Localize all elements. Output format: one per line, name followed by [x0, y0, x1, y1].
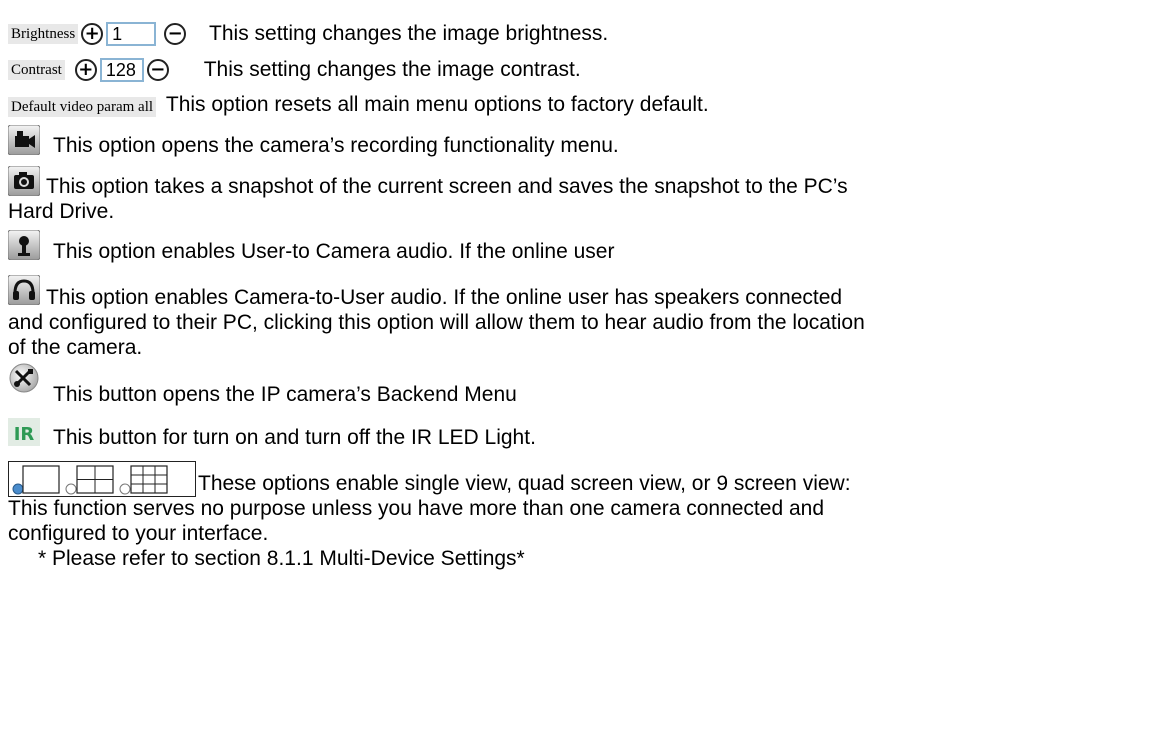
brightness-row: Brightness + 1 − This setting changes th… — [8, 22, 609, 47]
default-param-row: Default video param all This option rese… — [8, 93, 709, 117]
views-description-line3: configured to your interface. — [8, 522, 269, 545]
audio-description-line2: and configured to their PC, clicking thi… — [8, 311, 865, 334]
mic-row: This option enables User-to Camera audio… — [53, 240, 614, 264]
ir-icon[interactable]: IR — [8, 418, 40, 446]
section-reference-note: * Please refer to section 8.1.1 Multi-De… — [38, 547, 525, 570]
brightness-control: Brightness + 1 − — [8, 22, 189, 47]
views-description-line1: These options enable single view, quad s… — [198, 472, 851, 495]
contrast-row: Contrast + 128 − This setting changes th… — [8, 58, 581, 83]
tools-icon[interactable] — [8, 363, 40, 393]
contrast-plus-button[interactable]: + — [74, 59, 97, 82]
contrast-description: This setting changes the image contrast. — [203, 58, 581, 81]
brightness-minus-button[interactable]: − — [164, 23, 187, 46]
ir-icon-text: IR — [14, 424, 35, 445]
microphone-icon[interactable] — [7, 229, 41, 261]
ir-description: This button for turn on and turn off the… — [53, 426, 536, 449]
record-description: This option opens the camera’s recording… — [53, 134, 619, 157]
brightness-description: This setting changes the image brightnes… — [209, 22, 609, 45]
record-row: This option opens the camera’s recording… — [53, 134, 619, 158]
snapshot-paragraph: This option takes a snapshot of the curr… — [8, 174, 1138, 224]
note-row: * Please refer to section 8.1.1 Multi-De… — [38, 547, 525, 571]
contrast-minus-button[interactable]: − — [146, 59, 169, 82]
brightness-value-field[interactable]: 1 — [106, 22, 157, 47]
mic-description: This option enables User-to Camera audio… — [53, 240, 615, 263]
brightness-label: Brightness — [8, 24, 79, 45]
views-paragraph: These options enable single view, quad s… — [8, 471, 1138, 546]
contrast-label: Contrast — [8, 60, 65, 81]
snapshot-description-line2: Hard Drive. — [8, 200, 115, 223]
contrast-control: Contrast + 128 − — [8, 58, 172, 83]
snapshot-description-line1: This option takes a snapshot of the curr… — [46, 175, 848, 198]
contrast-value-field[interactable]: 128 — [99, 58, 144, 83]
default-video-param-button[interactable]: Default video param all — [8, 97, 157, 117]
backend-row: This button opens the IP camera’s Backen… — [53, 383, 517, 407]
views-description-line2: This function serves no purpose unless y… — [8, 497, 824, 520]
audio-description-line1: This option enables Camera-to-User audio… — [46, 286, 843, 309]
audio-paragraph: This option enables Camera-to-User audio… — [8, 285, 1138, 360]
default-param-description: This option resets all main menu options… — [165, 93, 709, 116]
backend-description: This button opens the IP camera’s Backen… — [53, 383, 517, 406]
video-camera-icon[interactable] — [7, 124, 41, 156]
brightness-plus-button[interactable]: + — [81, 23, 104, 46]
audio-description-line3: of the camera. — [8, 336, 143, 359]
ir-row: This button for turn on and turn off the… — [53, 426, 536, 450]
